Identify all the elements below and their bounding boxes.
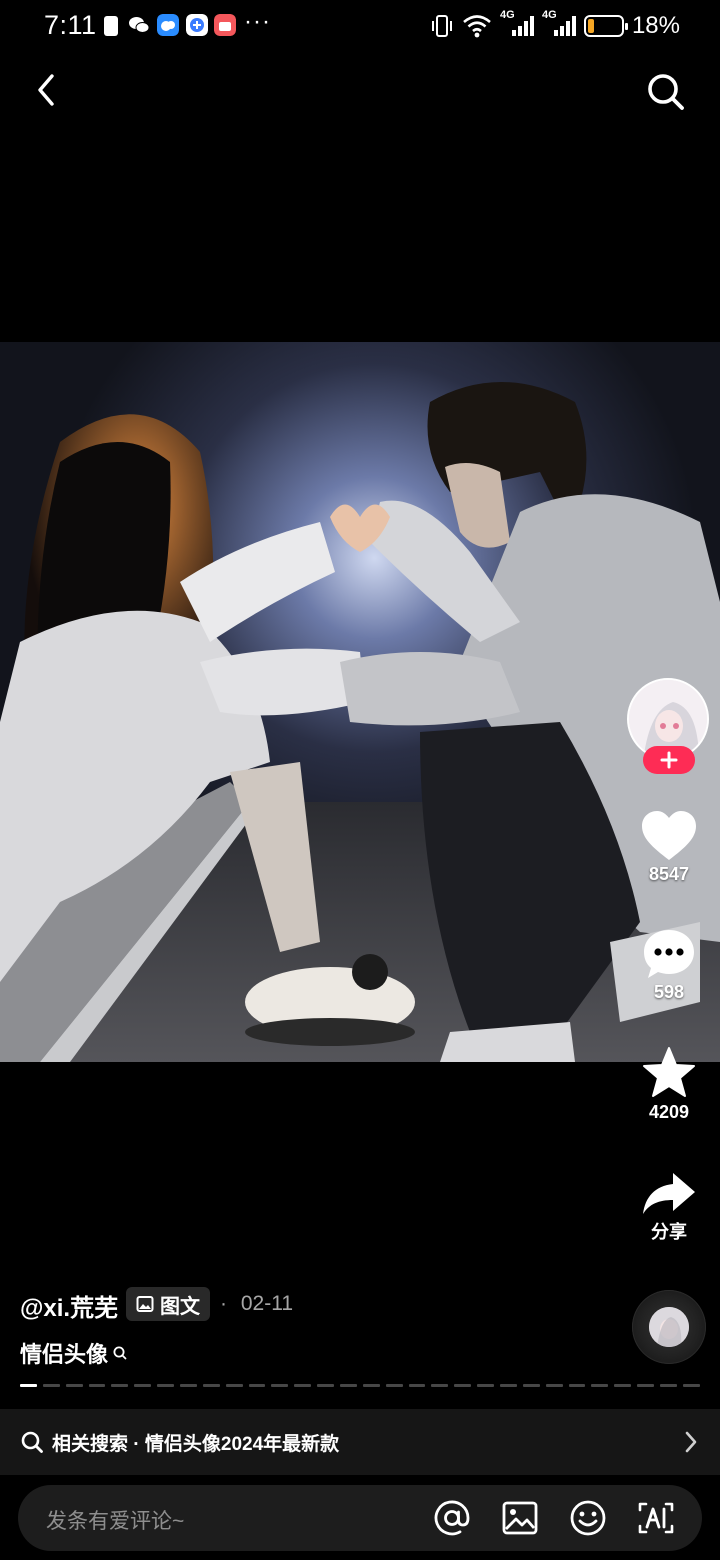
comment-bubble-icon: [644, 930, 694, 978]
search-icon: [113, 1346, 127, 1360]
progress-segment: [660, 1384, 677, 1387]
progress-segment: [157, 1384, 175, 1387]
caption-text: 情侣头像: [20, 1342, 109, 1367]
progress-segment: [225, 1384, 243, 1387]
progress-segment: [42, 1384, 60, 1387]
favorite-button[interactable]: 4209: [628, 1046, 710, 1123]
wifi-icon: [463, 15, 491, 38]
comment-button[interactable]: 598: [628, 928, 710, 1003]
progress-segment: [248, 1384, 266, 1387]
progress-segment: [180, 1384, 197, 1387]
signal-4g-b: 4G: [542, 9, 576, 39]
progress-segment: [317, 1384, 335, 1387]
progress-segment: [477, 1384, 495, 1387]
progress-segment: [637, 1384, 655, 1387]
image-icon: [136, 1296, 154, 1312]
alert-icon: [104, 16, 118, 36]
comment-bar[interactable]: 发条有爱评论~: [18, 1485, 702, 1551]
progress-segment: [614, 1384, 632, 1387]
progress-segment: [408, 1384, 426, 1387]
signal-4g-a: 4G: [500, 9, 534, 39]
comment-input[interactable]: 发条有爱评论~: [46, 1505, 184, 1535]
status-time: 7:11: [44, 10, 97, 40]
store-app-icon: [214, 14, 236, 36]
status-bar: 7:11 ··· 4G 4G 18%: [0, 0, 720, 52]
related-search-label: 相关搜索 · 情侣头像2024年最新款: [52, 1433, 340, 1455]
battery-icon: [583, 15, 628, 37]
vibrate-icon: [431, 15, 452, 37]
related-search-bar[interactable]: 相关搜索 · 情侣头像2024年最新款: [0, 1409, 720, 1475]
progress-segment: [111, 1384, 129, 1387]
search-icon: [21, 1431, 43, 1453]
browser-app-icon: [186, 14, 208, 36]
at-icon[interactable]: [432, 1498, 472, 1538]
weather-app-icon: [157, 14, 179, 36]
like-button[interactable]: 8547: [628, 810, 710, 885]
battery-percent: 18%: [631, 12, 680, 39]
comment-count: 598: [653, 982, 685, 1002]
progress-segment: [340, 1384, 357, 1387]
progress-segment: [591, 1384, 609, 1387]
progress-segment: [500, 1384, 517, 1387]
status-overflow: ···: [244, 8, 271, 35]
progress-segment: [522, 1384, 540, 1387]
follow-button[interactable]: [643, 746, 695, 774]
network-label-b: 4G: [541, 9, 557, 21]
image-progress: [20, 1384, 700, 1387]
chevron-right-icon: [685, 1431, 697, 1453]
post-caption[interactable]: 情侣头像: [20, 1337, 128, 1369]
wechat-icon: [129, 17, 150, 33]
progress-segment: [362, 1384, 380, 1387]
emoji-icon[interactable]: [568, 1498, 608, 1538]
progress-segment: [385, 1384, 403, 1387]
date-separator: ·: [220, 1292, 227, 1315]
chevron-left-icon: [38, 74, 54, 106]
progress-segment: [202, 1384, 220, 1387]
share-arrow-icon: [643, 1173, 695, 1214]
date-text: 02-11: [240, 1292, 293, 1315]
share-button[interactable]: 分享: [628, 1170, 710, 1244]
search-icon: [648, 74, 684, 110]
network-label-a: 4G: [499, 9, 515, 21]
post-type-badge: 图文: [126, 1287, 210, 1321]
post-image[interactable]: [0, 342, 720, 1062]
progress-segment: [65, 1384, 83, 1387]
ai-icon[interactable]: [636, 1498, 676, 1538]
progress-segment: [271, 1384, 289, 1387]
heart-icon: [642, 811, 696, 860]
music-disc[interactable]: [632, 1290, 706, 1364]
battery-fill: [587, 19, 594, 33]
progress-segment: [682, 1384, 700, 1387]
star-icon: [643, 1047, 695, 1097]
author-name[interactable]: @xi.荒芜: [20, 1288, 118, 1323]
progress-segment: [134, 1384, 152, 1387]
back-button[interactable]: [26, 68, 70, 112]
music-cover: [649, 1307, 689, 1347]
progress-segment: [294, 1384, 312, 1387]
progress-segment: [568, 1384, 586, 1387]
like-count: 8547: [648, 864, 690, 884]
share-label: 分享: [651, 1222, 687, 1242]
status-indicators: 4G 4G 18%: [430, 9, 680, 42]
search-button[interactable]: [642, 68, 690, 116]
progress-segment: [431, 1384, 449, 1387]
image-icon[interactable]: [500, 1498, 540, 1538]
progress-segment: [545, 1384, 563, 1387]
progress-segment: [20, 1384, 37, 1387]
favorite-count: 4209: [648, 1102, 690, 1122]
progress-segment: [454, 1384, 472, 1387]
post-type-label: 图文: [160, 1295, 200, 1318]
progress-segment: [88, 1384, 106, 1387]
post-date: · 02-11: [220, 1292, 293, 1316]
music-cover-image: [649, 1307, 689, 1347]
plus-icon: [660, 751, 678, 769]
